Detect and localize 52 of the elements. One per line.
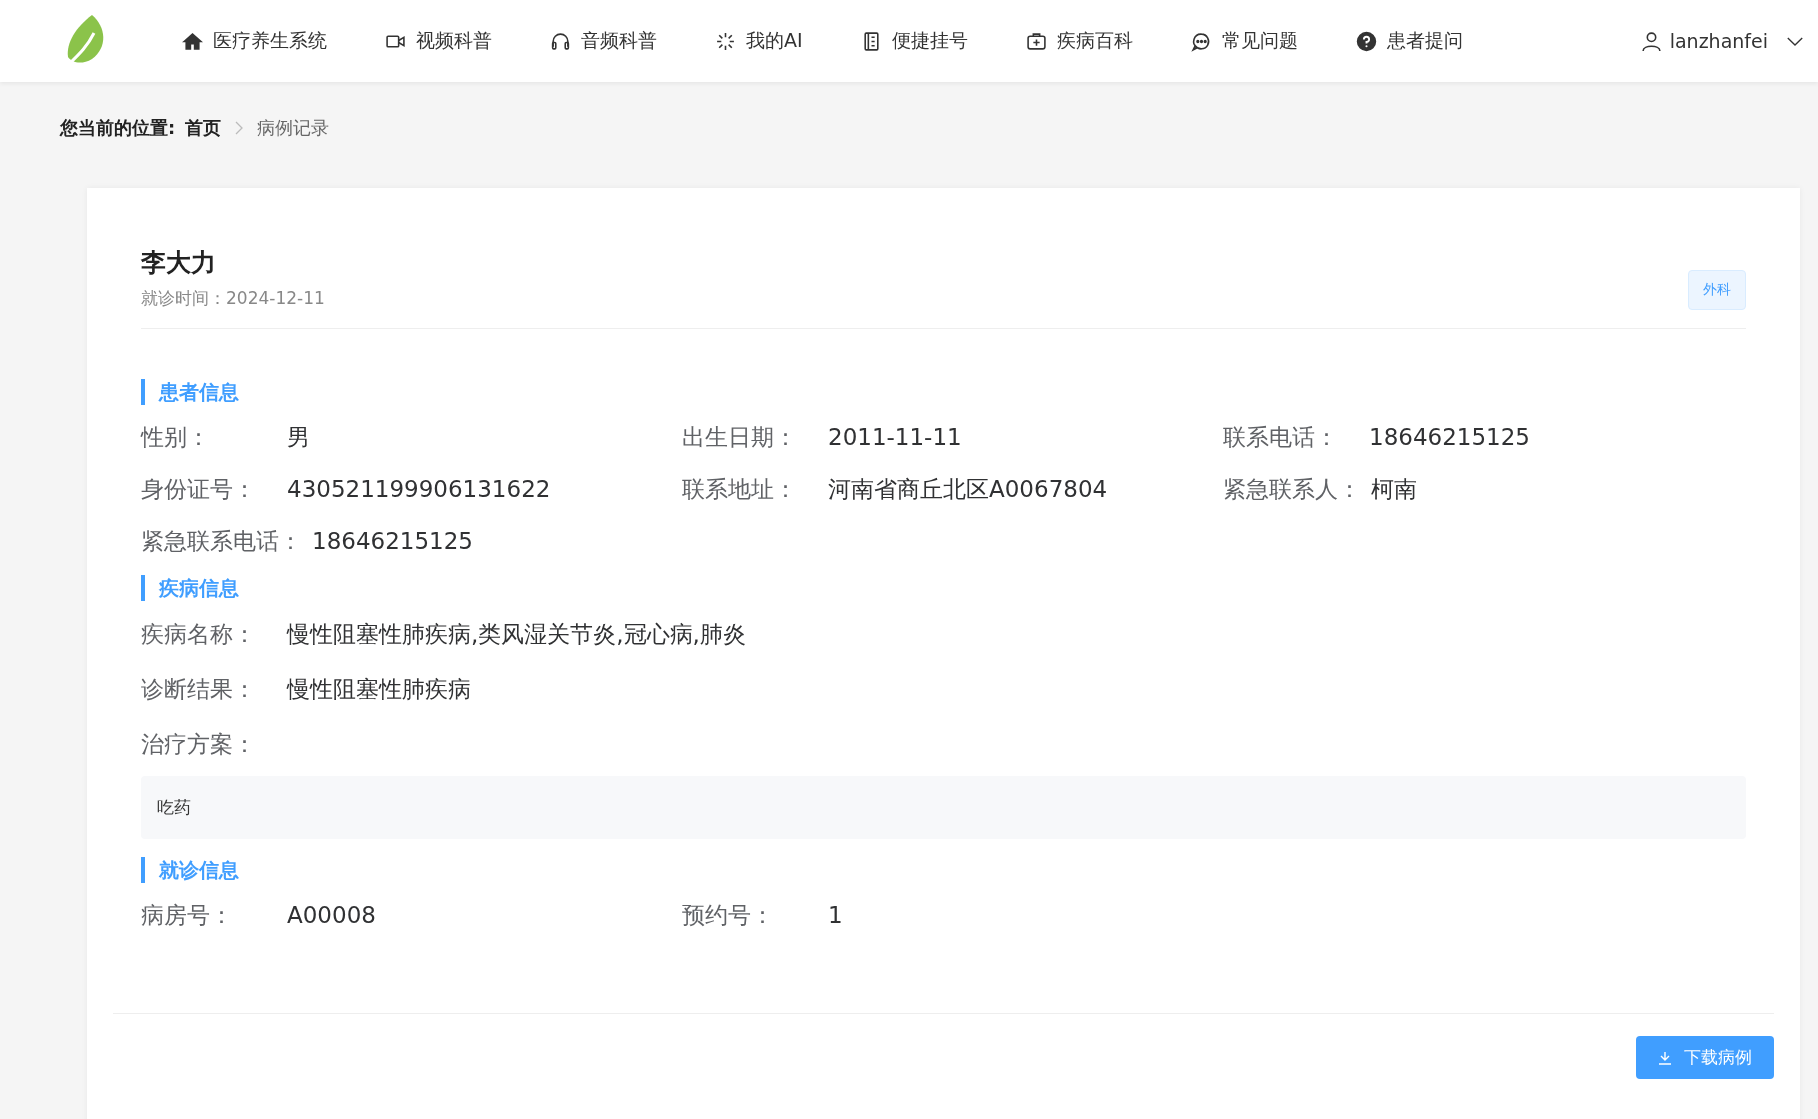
chevron-down-icon[interactable] <box>1786 35 1804 47</box>
breadcrumb-current: 病例记录 <box>257 116 330 140</box>
sparkle-icon <box>715 30 736 52</box>
field-label: 预约号： <box>682 900 775 930</box>
chat-bubble-icon <box>1190 30 1212 52</box>
field-label: 治疗方案： <box>141 730 257 759</box>
patient-name: 李大力 <box>141 247 217 279</box>
field-value: A00008 <box>287 902 376 928</box>
question-icon <box>1355 30 1377 52</box>
field-value: 18646215125 <box>312 528 473 554</box>
section-title: 患者信息 <box>141 379 1746 405</box>
home-icon <box>182 30 203 52</box>
headphones-icon <box>550 30 571 52</box>
nav-link[interactable]: 疾病百科 <box>1025 28 1133 54</box>
field-label: 病房号： <box>141 900 234 930</box>
breadcrumb-label: 您当前的位置: <box>60 116 176 140</box>
nav-link[interactable]: 我的AI <box>715 28 803 54</box>
field-label: 联系电话： <box>1223 422 1339 452</box>
nav-link[interactable]: 便捷挂号 <box>860 28 968 54</box>
department-tag: 外科 <box>1688 270 1746 310</box>
field-label: 性别： <box>141 422 211 452</box>
section-title: 疾病信息 <box>141 575 1746 601</box>
field-label: 疾病名称： <box>141 620 257 649</box>
nav-link[interactable]: 医疗养生系统 <box>182 28 327 54</box>
field-label: 联系地址： <box>682 474 798 504</box>
treatment-plan-text: 吃药 <box>157 797 191 817</box>
field-value: 柯南 <box>1371 474 1417 504</box>
field-label: 身份证号： <box>141 474 257 504</box>
field-label: 诊断结果： <box>141 675 257 704</box>
field-value: 慢性阻塞性肺疾病 <box>287 675 471 704</box>
field-value: 男 <box>287 422 310 452</box>
field-value: 1 <box>828 902 843 928</box>
medical-kit-icon <box>1025 30 1047 52</box>
nav-link[interactable]: 视频科普 <box>385 28 492 54</box>
field-value: 河南省商丘北区A0067804 <box>828 474 1108 504</box>
field-label: 紧急联系人： <box>1223 474 1362 504</box>
section-title: 就诊信息 <box>141 857 1746 883</box>
user-icon[interactable] <box>1640 30 1662 52</box>
field-label: 紧急联系电话： <box>141 526 303 556</box>
visit-time: 就诊时间：2024-12-11 <box>141 287 325 310</box>
field-value: 18646215125 <box>1369 424 1530 450</box>
username-text[interactable]: lanzhanfei <box>1669 30 1768 52</box>
field-label: 出生日期： <box>682 422 798 452</box>
field-value: 430521199906131622 <box>287 476 551 502</box>
download-icon <box>1658 1050 1672 1065</box>
nav-link[interactable]: 音频科普 <box>550 28 657 54</box>
nav-link[interactable]: 常见问题 <box>1190 28 1298 54</box>
nav-link[interactable]: 患者提问 <box>1355 28 1463 54</box>
field-value: 2011-11-11 <box>828 424 962 450</box>
chevron-right-icon <box>235 121 244 135</box>
field-value: 慢性阻塞性肺疾病,类风湿关节炎,冠心病,肺炎 <box>287 620 746 649</box>
breadcrumb-home-link[interactable]: 首页 <box>185 116 222 140</box>
